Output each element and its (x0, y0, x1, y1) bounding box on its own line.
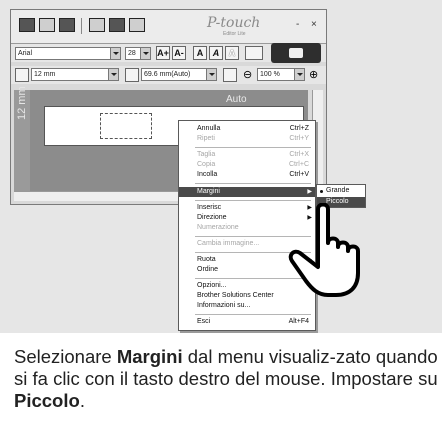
menu-item-incolla[interactable]: Incolla Ctrl+V (179, 170, 315, 180)
tape-width-value: 12 mm (34, 71, 56, 78)
title-bar: P-touch Editor Lite - × (11, 10, 326, 44)
text-object[interactable] (100, 113, 152, 139)
caption-text: Selezionare (14, 346, 117, 367)
menu-item-shortcut: Ctrl+X (289, 151, 309, 158)
italic-button[interactable]: A (209, 46, 223, 60)
bold-button[interactable]: A (193, 46, 207, 60)
zoom-in-icon[interactable]: ⊕ (309, 68, 318, 81)
menu-item-label: Ordine (197, 266, 219, 273)
menu-item-ripeti[interactable]: Ripeti Ctrl+Y (179, 134, 315, 144)
outline-button[interactable]: A (225, 46, 239, 60)
menu-item-label: Cambia immagine... (197, 240, 260, 247)
menu-item-shortcut: Ctrl+Z (289, 125, 309, 132)
menu-item-label: Brother Solutions Center (197, 292, 274, 299)
submenu-item-label: Grande (326, 187, 350, 194)
chevron-down-icon (140, 48, 150, 59)
chevron-down-icon (294, 69, 304, 80)
length-field[interactable]: 69.6 mm(Auto) (141, 68, 217, 81)
save-icon[interactable] (59, 18, 75, 32)
shrink-font-button[interactable]: A- (172, 46, 186, 60)
menu-item-copia[interactable]: Copia Ctrl+C (179, 160, 315, 170)
menu-item-shortcut: Alt+F4 (288, 318, 309, 325)
zoom-select[interactable]: 100 % (257, 68, 305, 81)
instruction-caption: Selezionare Margini dal menu visualiz-za… (14, 346, 438, 412)
frame-icon[interactable] (129, 18, 145, 32)
image-icon[interactable] (109, 18, 125, 32)
menu-item-label: Copia (197, 161, 216, 168)
menu-item-label: Direzione (197, 214, 227, 221)
zoom-out-icon[interactable]: ⊖ (243, 68, 252, 81)
menu-separator (195, 314, 311, 315)
ruler-label: 12 mm (16, 86, 28, 120)
menu-separator (195, 200, 311, 201)
font-value: Arial (18, 50, 33, 57)
menu-item-label: Incolla (197, 171, 218, 178)
screenshot-panel: P-touch Editor Lite - × Arial 28 A+ A- A… (0, 0, 442, 333)
menu-item-label: Opzioni... (197, 282, 227, 289)
font-select[interactable]: Arial (15, 47, 121, 60)
menu-item-shortcut: Ctrl+V (289, 171, 309, 178)
caption-bold-margini: Margini (116, 346, 183, 367)
tape-width-icon (15, 68, 29, 82)
submenu-arrow-icon: ▶ (307, 189, 312, 195)
minimize-button[interactable]: - (296, 19, 299, 30)
toolbar-separator (81, 18, 82, 34)
close-button[interactable]: × (311, 19, 317, 30)
menu-item-label: Ripeti (197, 135, 215, 142)
menu-item-label: Margini (197, 188, 220, 195)
menu-item-label: Numerazione (197, 224, 239, 231)
zoom-value: 100 % (260, 71, 280, 78)
caption-text: . (79, 390, 85, 411)
hand-cursor-icon (288, 203, 360, 297)
tape-width-select[interactable]: 12 mm (31, 68, 119, 81)
size-value: 28 (128, 50, 136, 57)
print-button[interactable] (271, 43, 321, 63)
text-icon[interactable] (89, 18, 105, 32)
stepper-icon (206, 69, 216, 80)
menu-item-annulla[interactable]: Annulla Ctrl+Z (179, 124, 315, 134)
menu-item-label: Esci (197, 318, 211, 325)
menu-item-margini[interactable]: Margini ▶ (179, 187, 315, 197)
align-icon[interactable] (245, 46, 263, 60)
menu-item-label: Informazioni su... (197, 302, 251, 309)
menu-item-label: Annulla (197, 125, 221, 132)
menu-item-label: Taglia (197, 151, 216, 158)
chevron-down-icon (108, 69, 118, 80)
menu-item-label: Inserisc (197, 204, 222, 211)
length-value: 69.6 mm(Auto) (144, 71, 191, 78)
selected-dot-icon (320, 190, 323, 193)
new-icon[interactable] (19, 18, 35, 32)
menu-item-shortcut: Ctrl+C (288, 161, 309, 168)
menu-item-esci[interactable]: Esci Alt+F4 (179, 317, 315, 327)
layout-toolbar: 12 mm 69.6 mm(Auto) ⊖ 100 % ⊕ (11, 66, 326, 84)
menu-item-taglia[interactable]: Taglia Ctrl+X (179, 150, 315, 160)
grow-font-button[interactable]: A+ (156, 46, 170, 60)
caption-bold-piccolo: Piccolo (14, 390, 80, 411)
tape-ruler: 12 mm (14, 86, 30, 194)
size-select[interactable]: 28 (125, 47, 151, 60)
chevron-down-icon (110, 48, 120, 59)
app-brand-sub: Editor Lite (223, 31, 246, 37)
fit-icon[interactable] (223, 68, 237, 82)
auto-label: Auto (226, 94, 247, 105)
open-icon[interactable] (39, 18, 55, 32)
menu-separator (195, 147, 311, 148)
length-icon (125, 68, 139, 82)
menu-separator (195, 183, 311, 184)
menu-item-shortcut: Ctrl+Y (289, 135, 309, 142)
menu-item-label: Ruota (197, 256, 216, 263)
submenu-item-grande[interactable]: Grande (317, 186, 365, 196)
app-brand: P-touch (207, 15, 261, 31)
